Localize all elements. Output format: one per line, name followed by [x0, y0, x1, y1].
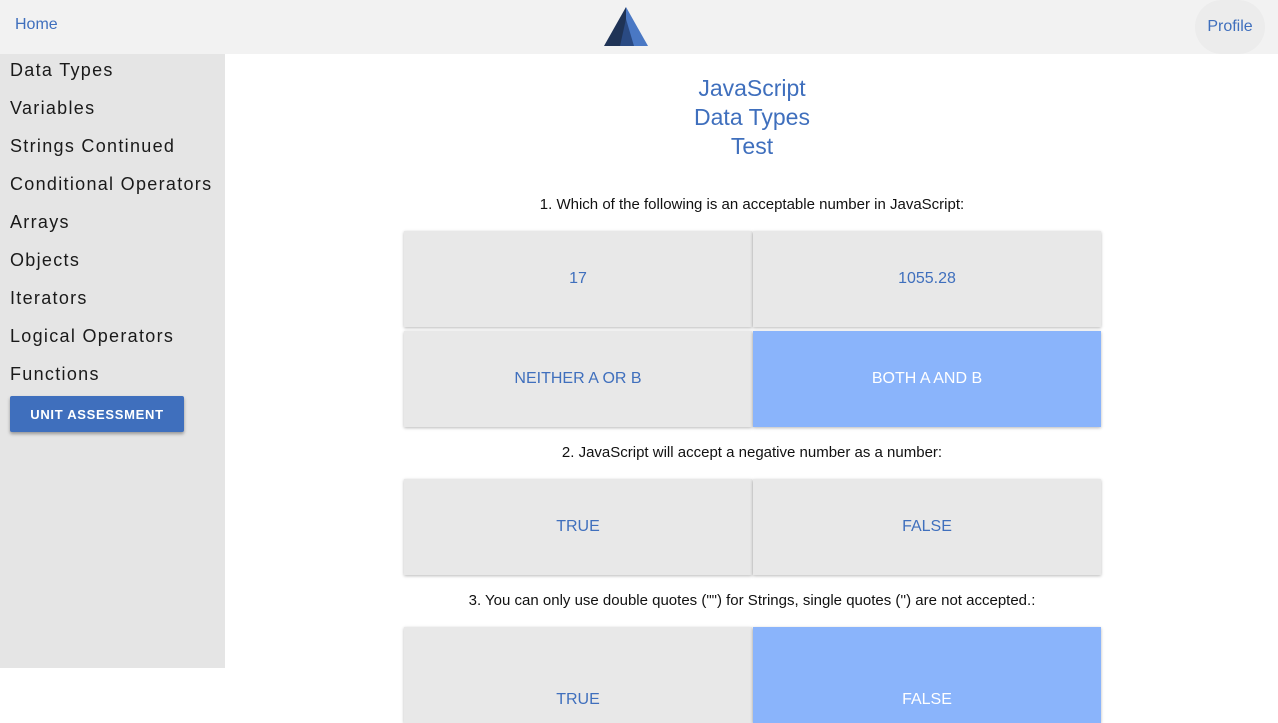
q1-answer-a[interactable]: 17 [404, 231, 752, 327]
sidebar-item-arrays[interactable]: Arrays [10, 212, 70, 233]
profile-label: Profile [1207, 18, 1253, 35]
sidebar-item-objects[interactable]: Objects [10, 250, 80, 271]
sidebar-item-conditional-operators[interactable]: Conditional Operators [10, 174, 212, 195]
q1-answer-c[interactable]: NEITHER A OR B [404, 331, 752, 427]
sidebar: Data Types Variables Strings Continued C… [0, 54, 225, 668]
sidebar-item-variables[interactable]: Variables [10, 98, 95, 119]
question-1-text: 1. Which of the following is an acceptab… [539, 196, 965, 213]
q3-answer-false[interactable]: FALSE [753, 627, 1101, 723]
sidebar-item-iterators[interactable]: Iterators [10, 288, 88, 309]
question-2-text: 2. JavaScript will accept a negative num… [561, 444, 943, 461]
question-3-text: 3. You can only use double quotes ("") f… [468, 592, 1036, 609]
profile-link[interactable]: Profile [1195, 0, 1265, 54]
sidebar-item-data-types[interactable]: Data Types [10, 60, 114, 81]
mountain-logo-icon[interactable] [604, 5, 648, 47]
page-title-line: JavaScript [698, 75, 806, 101]
q2-answer-false[interactable]: FALSE [753, 479, 1101, 575]
home-link[interactable]: Home [15, 16, 58, 34]
page-title-line: Test [730, 133, 774, 159]
q1-answer-d[interactable]: BOTH A AND B [753, 331, 1101, 427]
sidebar-item-logical-operators[interactable]: Logical Operators [10, 326, 174, 347]
sidebar-item-strings-continued[interactable]: Strings Continued [10, 136, 175, 157]
q2-answer-true[interactable]: TRUE [404, 479, 752, 575]
q3-answer-true-label: TRUE [556, 691, 600, 708]
top-navbar: Home Profile [0, 0, 1278, 54]
q3-answer-true[interactable]: TRUE [404, 627, 752, 723]
q1-answer-b[interactable]: 1055.28 [753, 231, 1101, 327]
unit-assessment-button[interactable]: UNIT ASSESSMENT [10, 396, 184, 432]
q3-answer-false-label: FALSE [902, 691, 952, 708]
page-title-line: Data Types [694, 104, 810, 130]
sidebar-item-functions[interactable]: Functions [10, 364, 100, 385]
page-title: JavaScript Data Types Test [652, 74, 852, 161]
